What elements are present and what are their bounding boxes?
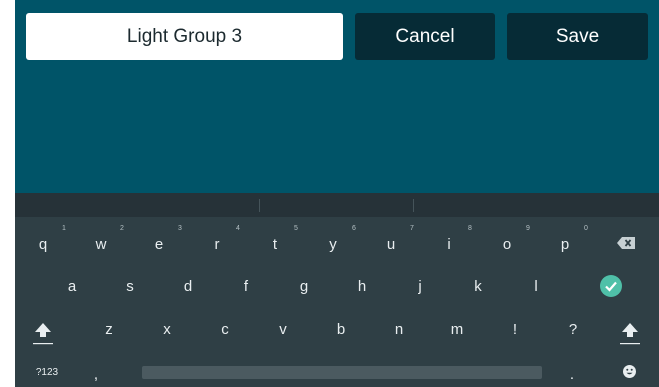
suggestion-divider bbox=[413, 199, 414, 212]
key-label: y bbox=[329, 235, 337, 253]
key-d[interactable]: d bbox=[160, 267, 216, 305]
key-f[interactable]: f bbox=[218, 267, 274, 305]
key-comma[interactable]: , bbox=[81, 355, 111, 387]
key-label: i bbox=[447, 235, 451, 253]
key-g[interactable]: g bbox=[276, 267, 332, 305]
shift-left-icon[interactable] bbox=[33, 321, 53, 345]
key-label: q bbox=[38, 235, 48, 253]
key-hint: 7 bbox=[410, 225, 414, 232]
spacebar[interactable] bbox=[142, 366, 542, 379]
key-hint: 2 bbox=[120, 225, 124, 232]
group-name-input[interactable] bbox=[26, 13, 343, 60]
key-v[interactable]: v bbox=[255, 310, 311, 348]
suggestion-strip bbox=[15, 193, 659, 217]
save-button[interactable]: Save bbox=[507, 13, 648, 60]
key-e[interactable]: e3 bbox=[131, 225, 187, 263]
key-hint: 4 bbox=[236, 225, 240, 232]
soft-keyboard: q1 w2 e3 r4 t5 y6 u7 i8 o9 p0 a s d f g … bbox=[15, 193, 659, 387]
key-exclamation[interactable]: ! bbox=[487, 310, 543, 348]
key-label: w bbox=[95, 235, 107, 253]
key-label: u bbox=[386, 235, 396, 253]
key-o[interactable]: o9 bbox=[479, 225, 535, 263]
backspace-icon[interactable] bbox=[617, 237, 635, 249]
app-screen: Cancel Save q1 w2 e3 r4 t5 y6 u7 i8 o9 p… bbox=[15, 0, 659, 387]
key-h[interactable]: h bbox=[334, 267, 390, 305]
key-m[interactable]: m bbox=[429, 310, 485, 348]
done-check-icon[interactable] bbox=[600, 275, 622, 297]
key-w[interactable]: w2 bbox=[73, 225, 129, 263]
key-n[interactable]: n bbox=[371, 310, 427, 348]
cancel-button[interactable]: Cancel bbox=[355, 13, 495, 60]
key-b[interactable]: b bbox=[313, 310, 369, 348]
key-y[interactable]: y6 bbox=[305, 225, 361, 263]
key-c[interactable]: c bbox=[197, 310, 253, 348]
key-a[interactable]: a bbox=[44, 267, 100, 305]
shift-right-icon[interactable] bbox=[620, 321, 640, 345]
key-label: t bbox=[272, 235, 278, 253]
symbols-key[interactable]: ?123 bbox=[19, 353, 75, 387]
key-hint: 1 bbox=[62, 225, 66, 232]
key-label: p bbox=[560, 235, 570, 253]
suggestion-divider bbox=[259, 199, 260, 212]
key-q[interactable]: q1 bbox=[15, 225, 71, 263]
key-label: r bbox=[214, 235, 220, 253]
key-l[interactable]: l bbox=[508, 267, 564, 305]
key-hint: 0 bbox=[584, 225, 588, 232]
key-x[interactable]: x bbox=[139, 310, 195, 348]
key-p[interactable]: p0 bbox=[537, 225, 593, 263]
key-label: o bbox=[502, 235, 512, 253]
key-hint: 3 bbox=[178, 225, 182, 232]
key-hint: 6 bbox=[352, 225, 356, 232]
key-question[interactable]: ? bbox=[545, 310, 601, 348]
key-i[interactable]: i8 bbox=[421, 225, 477, 263]
key-u[interactable]: u7 bbox=[363, 225, 419, 263]
key-t[interactable]: t5 bbox=[247, 225, 303, 263]
emoji-icon[interactable] bbox=[623, 365, 636, 378]
key-period[interactable]: . bbox=[557, 355, 587, 387]
key-j[interactable]: j bbox=[392, 267, 448, 305]
key-label: e bbox=[154, 235, 164, 253]
key-hint: 5 bbox=[294, 225, 298, 232]
header-bar: Cancel Save bbox=[15, 0, 659, 72]
key-z[interactable]: z bbox=[81, 310, 137, 348]
key-s[interactable]: s bbox=[102, 267, 158, 305]
key-r[interactable]: r4 bbox=[189, 225, 245, 263]
key-k[interactable]: k bbox=[450, 267, 506, 305]
key-hint: 8 bbox=[468, 225, 472, 232]
key-hint: 9 bbox=[526, 225, 530, 232]
